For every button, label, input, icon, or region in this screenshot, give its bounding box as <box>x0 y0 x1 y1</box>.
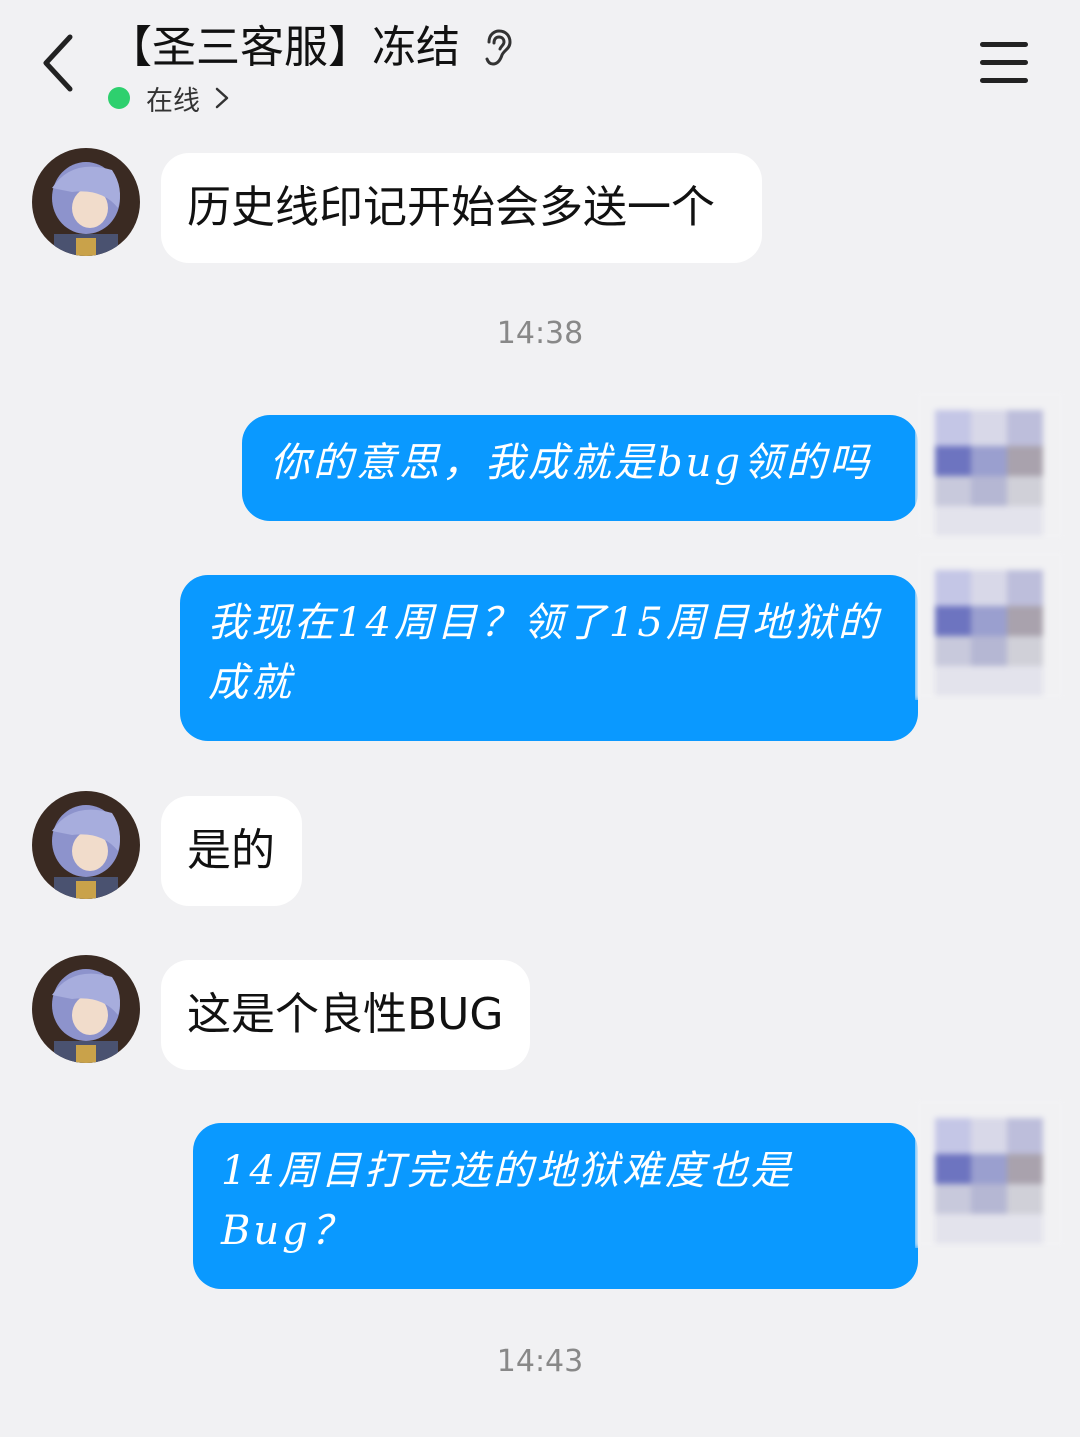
message-text: 我现在14周目？领了15周目地狱的成就 <box>208 600 881 706</box>
my-avatar[interactable] <box>915 550 1065 700</box>
outgoing-message[interactable]: 你的意思，我成就是bug领的吗 <box>242 415 918 521</box>
online-status[interactable]: 在线 <box>108 78 230 118</box>
contact-avatar[interactable] <box>32 955 140 1063</box>
online-dot <box>108 87 130 109</box>
chat-title[interactable]: 【圣三客服】冻结 <box>108 18 460 78</box>
my-avatar[interactable] <box>915 1098 1065 1248</box>
time-separator: 14:38 <box>496 316 584 351</box>
my-avatar[interactable] <box>915 390 1065 540</box>
incoming-message[interactable]: 是的 <box>161 796 302 906</box>
incoming-message[interactable]: 这是个良性BUG <box>161 960 530 1070</box>
menu-button[interactable] <box>976 40 1032 86</box>
incoming-message[interactable]: 历史线印记开始会多送一个 <box>161 153 762 263</box>
back-button[interactable] <box>28 28 88 98</box>
time-separator: 14:43 <box>496 1344 584 1379</box>
chevron-right-icon <box>215 87 229 109</box>
back-chevron-icon <box>43 34 73 92</box>
message-text: 14周目打完选的地狱难度也是Bug？ <box>221 1148 794 1254</box>
message-text: 是的 <box>187 825 275 876</box>
message-text: 历史线印记开始会多送一个 <box>187 182 715 233</box>
ear-icon[interactable] <box>480 28 514 68</box>
chat-header: 【圣三客服】冻结 在线 <box>0 0 1080 130</box>
outgoing-message[interactable]: 我现在14周目？领了15周目地狱的成就 <box>180 575 918 741</box>
outgoing-message[interactable]: 14周目打完选的地狱难度也是Bug？ <box>193 1123 918 1289</box>
message-text: 这是个良性BUG <box>187 989 504 1040</box>
contact-avatar[interactable] <box>32 148 140 256</box>
status-text: 在线 <box>146 85 200 117</box>
message-text: 你的意思，我成就是bug领的吗 <box>270 440 872 486</box>
contact-avatar[interactable] <box>32 791 140 899</box>
